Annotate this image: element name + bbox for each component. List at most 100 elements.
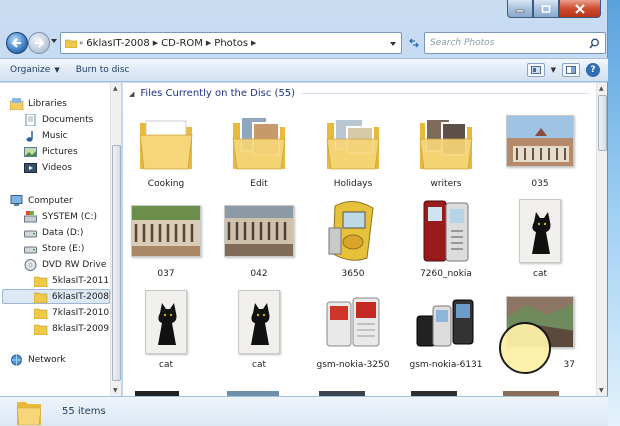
maximize-button[interactable] (533, 0, 559, 18)
nav-folder-label: 5klasIT-2011 (52, 275, 110, 286)
photo-thumbnail (497, 195, 583, 267)
photo-thumbnail (310, 195, 396, 267)
nav-network[interactable]: Network (10, 352, 66, 367)
file-item-edit[interactable]: Edit (216, 105, 302, 195)
scroll-down-icon[interactable]: ▼ (113, 387, 118, 394)
nav-folder-7klasit-2010[interactable]: 7klasIT-2010 (34, 305, 109, 320)
nav-drive-d-label: Data (D:) (42, 227, 84, 238)
address-dropdown-icon[interactable] (389, 41, 397, 47)
nav-computer[interactable]: Computer (10, 193, 73, 208)
phone-pair-icon (326, 297, 380, 347)
file-item-gsm-nokia-6131[interactable]: gsm-nokia-6131 (403, 286, 489, 376)
breadcrumb-separator[interactable]: ▶ (251, 39, 256, 47)
nav-drive-e[interactable]: Store (E:) (24, 241, 84, 256)
cursor-highlight (499, 322, 551, 374)
scrollbar-thumb[interactable] (598, 95, 607, 151)
minimize-button[interactable] (507, 0, 533, 18)
search-box[interactable]: Search Photos (424, 32, 606, 54)
pictures-icon (24, 146, 37, 157)
file-item-gsm-nokia-3250[interactable]: gsm-nokia-3250 (310, 286, 396, 376)
scrollbar-thumb[interactable] (112, 145, 121, 381)
desktop-background (606, 0, 620, 426)
breadcrumb-overflow[interactable]: « (79, 39, 83, 47)
cat-photo-icon (238, 290, 280, 354)
folder-thumbnail (216, 105, 302, 177)
change-view-button[interactable] (526, 63, 545, 77)
nav-drive-c[interactable]: SYSTEM (C:) (24, 209, 97, 224)
folder-thumbnail (310, 105, 396, 177)
view-options-chevron-icon[interactable]: ▼ (551, 66, 556, 74)
refresh-button[interactable] (404, 32, 424, 54)
forward-button[interactable] (28, 32, 50, 54)
dvd-drive-icon (24, 258, 37, 271)
breadcrumb-item-cd-rom[interactable]: CD-ROM (161, 38, 203, 49)
photo-thumbnail (403, 195, 489, 267)
photo-thumbnail (123, 286, 209, 358)
nav-videos-label: Videos (42, 162, 72, 173)
nav-music[interactable]: Music (24, 128, 68, 143)
file-name: cat (533, 269, 547, 279)
photo-thumbnail (216, 195, 302, 267)
cat-photo-icon (145, 290, 187, 354)
file-item-7260-nokia[interactable]: 7260_nokia (403, 195, 489, 285)
nav-documents[interactable]: Documents (24, 112, 93, 127)
file-name: 7260_nokia (420, 269, 472, 279)
monastery-photo-icon (224, 205, 294, 257)
scroll-down-icon[interactable]: ▼ (599, 387, 604, 394)
nav-folder-5klasit-2011[interactable]: 5klasIT-2011 (34, 273, 109, 288)
nav-folder-8klasit-2009[interactable]: 8klasIT-2009 (34, 321, 109, 336)
scroll-up-icon[interactable]: ▲ (599, 85, 604, 92)
file-item-3650[interactable]: 3650 (310, 195, 396, 285)
help-button[interactable]: ? (586, 63, 600, 77)
file-item-cat-2[interactable]: cat (123, 286, 209, 376)
file-item-holidays[interactable]: Holidays (310, 105, 396, 195)
content-scrollbar[interactable]: ▲ ▼ (596, 83, 607, 396)
nav-folder-6klasit-2008[interactable]: 6klasIT-2008 (2, 289, 110, 304)
close-button[interactable] (559, 0, 601, 18)
back-arrow-icon (11, 38, 21, 48)
file-item-035[interactable]: 035 (497, 105, 583, 195)
group-header[interactable]: ◢ Files Currently on the Disc (55) (129, 88, 589, 99)
nav-drive-d[interactable]: Data (D:) (24, 225, 83, 240)
search-input[interactable]: Search Photos (430, 38, 494, 48)
system-drive-icon (24, 210, 37, 222)
folder-icon (419, 118, 473, 170)
folder-icon (34, 292, 48, 303)
back-button[interactable] (6, 32, 28, 54)
nav-libraries[interactable]: Libraries (10, 96, 67, 111)
file-item-042[interactable]: 042 (216, 195, 302, 285)
address-bar[interactable]: « 6klasIT-2008 ▶ CD-ROM ▶ Photos ▶ (60, 32, 402, 54)
breadcrumb-item-photos[interactable]: Photos (214, 38, 248, 49)
recent-pages-chevron-icon[interactable] (50, 38, 58, 44)
file-item-cat-3[interactable]: cat (216, 286, 302, 376)
nav-videos[interactable]: Videos (24, 160, 72, 175)
file-item-writers[interactable]: writers (403, 105, 489, 195)
breadcrumb-separator[interactable]: ▶ (153, 39, 158, 47)
nav-documents-label: Documents (42, 114, 94, 125)
collapse-icon[interactable]: ◢ (129, 90, 134, 98)
close-icon (575, 3, 585, 14)
nav-drive-g-label: DVD RW Drive (G (42, 259, 120, 270)
nav-network-label: Network (28, 354, 66, 365)
file-item-cat-1[interactable]: cat (497, 195, 583, 285)
network-icon (11, 354, 22, 365)
nav-folder-label: 8klasIT-2009 (52, 323, 110, 334)
nav-drive-g[interactable]: DVD RW Drive (G (24, 257, 120, 272)
file-item-037[interactable]: 037 (123, 195, 209, 285)
nav-pictures[interactable]: Pictures (24, 144, 78, 159)
folder-icon (326, 118, 380, 170)
maximize-icon (541, 4, 551, 13)
breadcrumb-item-6klasit-2008[interactable]: 6klasIT-2008 (86, 38, 149, 49)
search-icon[interactable] (589, 38, 600, 49)
file-name: writers (430, 179, 462, 189)
folder-thumbnail (403, 105, 489, 177)
navigation-scrollbar[interactable]: ▲ ▼ (110, 83, 121, 396)
forward-arrow-icon (35, 38, 45, 48)
preview-pane-button[interactable] (562, 63, 580, 77)
breadcrumb-separator[interactable]: ▶ (206, 39, 211, 47)
organize-menu[interactable]: Organize ▼ (10, 65, 60, 75)
minimize-icon (515, 9, 525, 12)
file-item-cooking[interactable]: Cooking (123, 105, 209, 195)
scroll-up-icon[interactable]: ▲ (113, 85, 118, 92)
burn-to-disc-button[interactable]: Burn to disc (76, 65, 130, 75)
